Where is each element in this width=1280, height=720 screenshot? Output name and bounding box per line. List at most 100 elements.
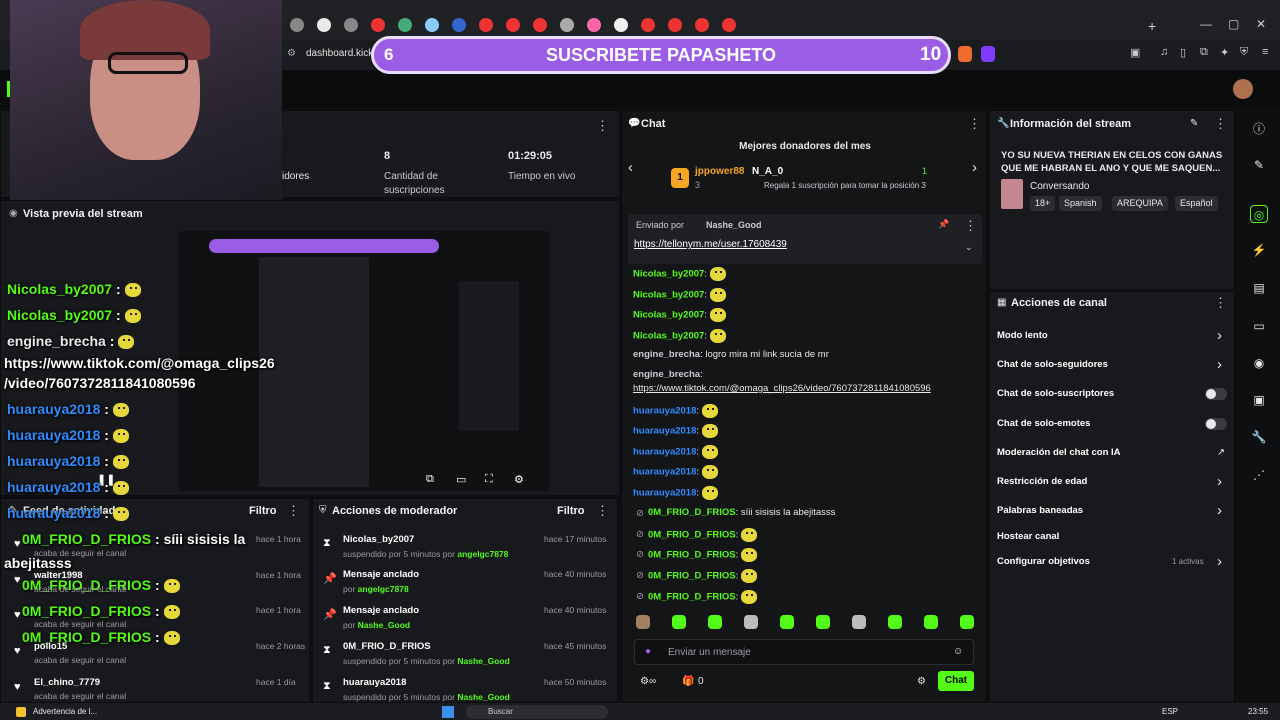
browser-tab-icon[interactable] (722, 18, 736, 32)
info-kebab-icon[interactable] (1214, 117, 1224, 131)
toggle-switch[interactable] (1205, 388, 1227, 400)
mod-by-user[interactable]: Nashe_Good (457, 692, 509, 702)
browser-tab-icon[interactable] (479, 18, 493, 32)
chat-username[interactable]: engine_brecha (633, 349, 700, 360)
chat-input[interactable]: ● Enviar un mensaje ☺ (634, 639, 974, 665)
donor1-name[interactable]: jppower88 (695, 166, 744, 177)
emote-bar-icon[interactable] (780, 615, 794, 629)
fullscreen-icon[interactable]: ⛶ (485, 473, 493, 486)
feed-user[interactable]: El_chino_7779 (34, 677, 100, 688)
browser-tab-icon[interactable] (695, 18, 709, 32)
document-icon[interactable]: ▤ (1250, 279, 1268, 297)
channel-action-label[interactable]: Palabras baneadas (997, 505, 1083, 516)
menu-icon[interactable]: ≡ (1262, 46, 1268, 58)
tune-icon[interactable]: ⚙ (287, 48, 296, 59)
lightning-icon[interactable]: ⚡ (1250, 241, 1268, 259)
extensions-icon[interactable]: ⧉ (1200, 46, 1208, 59)
browser-tab-icon[interactable] (560, 18, 574, 32)
mod-action-title[interactable]: Mensaje anclado (343, 569, 419, 580)
pinned-link[interactable]: https://tellonym.me/user.17608439 (634, 239, 787, 250)
pinned-message[interactable]: Enviado por Nashe_Good 📌 https://tellony… (628, 214, 982, 264)
category-name[interactable]: Conversando (1030, 181, 1089, 192)
chevron-down-icon[interactable]: ⌄ (965, 242, 973, 253)
emote-bar-icon[interactable] (960, 615, 974, 629)
chevron-right-icon[interactable]: › (1217, 503, 1222, 518)
media-icon[interactable]: ♫ (1160, 46, 1168, 58)
emote-bar-icon[interactable] (852, 615, 866, 629)
browser-tab-icon[interactable] (398, 18, 412, 32)
channel-action-label[interactable]: Modo lento (997, 330, 1048, 341)
browser-tab-icon[interactable] (587, 18, 601, 32)
browser-tab-icon[interactable] (290, 18, 304, 32)
chat-username[interactable]: huarauya2018 (633, 426, 696, 437)
layout-icon[interactable]: ▣ (1250, 391, 1268, 409)
category-thumbnail[interactable] (1001, 179, 1023, 209)
browser-tab-icon[interactable] (371, 18, 385, 32)
address-text[interactable]: dashboard.kick. (306, 48, 376, 59)
chat-username[interactable]: 0M_FRIO_D_FRIOS (648, 571, 736, 582)
vpn-icon[interactable]: ⛨ (1240, 46, 1248, 59)
browser-tab-icon[interactable] (614, 18, 628, 32)
emote-bar-icon[interactable] (816, 615, 830, 629)
info-icon[interactable]: ⓘ (1250, 120, 1268, 138)
chat-username[interactable]: Nicolas_by2007 (633, 269, 704, 280)
emote-bar-icon[interactable] (672, 615, 686, 629)
browser-tab-icon[interactable] (641, 18, 655, 32)
pinned-by-user[interactable]: Nashe_Good (706, 220, 762, 230)
mod-action-title[interactable]: 0M_FRIO_D_FRIOS (343, 641, 431, 652)
minimize-icon[interactable]: — (1200, 17, 1212, 31)
mod-filter-button[interactable]: Filtro (557, 505, 585, 517)
mod-action-title[interactable]: Mensaje anclado (343, 605, 419, 616)
browser-tab-icon[interactable] (425, 18, 439, 32)
chat-username[interactable]: huarauya2018 (633, 406, 696, 417)
stats-kebab-icon[interactable] (596, 119, 606, 133)
chat-username[interactable]: 0M_FRIO_D_FRIOS (648, 507, 736, 518)
taskbar-clock[interactable]: 23:55 (1248, 707, 1268, 716)
donors-next-icon[interactable]: › (972, 160, 977, 175)
settings-gear-icon[interactable]: ⚙ (514, 473, 524, 486)
chevron-right-icon[interactable]: › (1217, 328, 1222, 343)
gift-icon[interactable]: 🎁 (682, 676, 694, 687)
chevron-right-icon[interactable]: › (1217, 474, 1222, 489)
tag-18[interactable]: 18+ (1030, 196, 1056, 211)
emote-bar-icon[interactable] (708, 615, 722, 629)
rewards-icon[interactable] (981, 46, 995, 62)
chat-username[interactable]: Nicolas_by2007 (633, 331, 704, 342)
screenshot-icon[interactable]: ▣ (1130, 46, 1140, 59)
taskbar-search[interactable]: Buscar (466, 705, 608, 719)
pinned-kebab-icon[interactable] (964, 219, 974, 233)
chat-username[interactable]: Nicolas_by2007 (633, 290, 704, 301)
channel-action-label[interactable]: Chat de solo-seguidores (997, 359, 1108, 370)
emote-bar-icon[interactable] (924, 615, 938, 629)
channel-action-label[interactable]: Hostear canal (997, 531, 1059, 542)
channel-action-label[interactable]: Restricción de edad (997, 476, 1087, 487)
pencil-icon[interactable]: ✎ (1250, 156, 1268, 174)
chat-icon[interactable]: ▭ (1250, 317, 1268, 335)
mic-icon[interactable]: ● (645, 646, 651, 657)
mod-kebab-icon[interactable] (596, 504, 606, 518)
chevron-right-icon[interactable]: › (1217, 357, 1222, 372)
channel-action-label[interactable]: Chat de solo-suscriptores (997, 388, 1114, 399)
warning-icon[interactable] (16, 707, 26, 717)
chevron-right-icon[interactable]: › (1217, 554, 1222, 569)
chat-username[interactable]: Nicolas_by2007 (633, 310, 704, 321)
channel-action-label[interactable]: Configurar objetivos (997, 556, 1090, 567)
taskbar-notice[interactable]: Advertencia de l... (33, 707, 97, 716)
mod-action-title[interactable]: huarauya2018 (343, 677, 406, 688)
chat-settings-icon[interactable]: ⚙ (917, 676, 926, 687)
actions-kebab-icon[interactable] (1214, 296, 1224, 310)
pin-icon[interactable]: 📌 (938, 219, 949, 230)
chat-kebab-icon[interactable] (968, 117, 978, 131)
mod-by-user[interactable]: angelgc7878 (358, 584, 409, 594)
maximize-icon[interactable]: ▢ (1228, 17, 1239, 31)
pip-icon[interactable]: ⧉ (426, 473, 434, 486)
chat-username[interactable]: huarauya2018 (633, 447, 696, 458)
feed-filter-button[interactable]: Filtro (249, 505, 277, 517)
feed-user[interactable]: pollo15 (34, 641, 67, 652)
camera-icon[interactable]: ◎ (1250, 205, 1268, 223)
emoji-picker-icon[interactable]: ☺ (953, 646, 963, 657)
mod-action-title[interactable]: Nicolas_by2007 (343, 534, 414, 545)
browser-tab-icon[interactable] (452, 18, 466, 32)
new-tab-button[interactable]: + (1148, 18, 1156, 34)
browser-tab-icon[interactable] (668, 18, 682, 32)
